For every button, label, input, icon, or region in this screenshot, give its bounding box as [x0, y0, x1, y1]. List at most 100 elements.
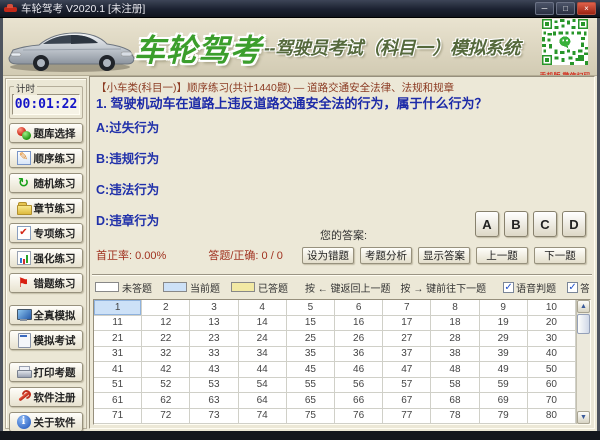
- question-cell-60[interactable]: 60: [528, 378, 576, 394]
- question-cell-62[interactable]: 62: [142, 393, 190, 409]
- question-cell-14[interactable]: 14: [239, 316, 287, 332]
- question-cell-80[interactable]: 80: [528, 409, 576, 425]
- question-cell-27[interactable]: 27: [383, 331, 431, 347]
- question-cell-36[interactable]: 36: [335, 347, 383, 363]
- question-cell-4[interactable]: 4: [239, 300, 287, 316]
- question-cell-44[interactable]: 44: [239, 362, 287, 378]
- question-cell-52[interactable]: 52: [142, 378, 190, 394]
- question-cell-26[interactable]: 26: [335, 331, 383, 347]
- question-cell-33[interactable]: 33: [190, 347, 238, 363]
- sidebar-item-random-practice[interactable]: ↻随机练习: [9, 173, 83, 193]
- question-cell-9[interactable]: 9: [480, 300, 528, 316]
- question-cell-78[interactable]: 78: [431, 409, 479, 425]
- maximize-button[interactable]: □: [556, 2, 575, 15]
- question-cell-61[interactable]: 61: [94, 393, 142, 409]
- question-cell-18[interactable]: 18: [431, 316, 479, 332]
- grid-scrollbar[interactable]: ▲ ▼: [576, 300, 590, 424]
- show-answer-button[interactable]: 显示答案: [418, 247, 470, 264]
- question-cell-71[interactable]: 71: [94, 409, 142, 425]
- scrollbar-down-icon[interactable]: ▼: [577, 411, 590, 424]
- question-cell-15[interactable]: 15: [287, 316, 335, 332]
- next-question-button[interactable]: 下一题: [534, 247, 586, 264]
- set-wrong-question-button[interactable]: 设为错题: [302, 247, 354, 264]
- question-cell-50[interactable]: 50: [528, 362, 576, 378]
- question-cell-17[interactable]: 17: [383, 316, 431, 332]
- question-cell-25[interactable]: 25: [287, 331, 335, 347]
- question-cell-64[interactable]: 64: [239, 393, 287, 409]
- question-cell-35[interactable]: 35: [287, 347, 335, 363]
- question-cell-28[interactable]: 28: [431, 331, 479, 347]
- question-cell-21[interactable]: 21: [94, 331, 142, 347]
- question-cell-79[interactable]: 79: [480, 409, 528, 425]
- question-cell-74[interactable]: 74: [239, 409, 287, 425]
- question-cell-67[interactable]: 67: [383, 393, 431, 409]
- grid-scrollbar-thumb[interactable]: [577, 314, 590, 334]
- question-cell-10[interactable]: 10: [528, 300, 576, 316]
- question-cell-56[interactable]: 56: [335, 378, 383, 394]
- scrollbar-up-icon[interactable]: ▲: [577, 300, 590, 313]
- question-cell-45[interactable]: 45: [287, 362, 335, 378]
- question-cell-8[interactable]: 8: [431, 300, 479, 316]
- question-cell-32[interactable]: 32: [142, 347, 190, 363]
- question-cell-48[interactable]: 48: [431, 362, 479, 378]
- question-cell-30[interactable]: 30: [528, 331, 576, 347]
- question-cell-65[interactable]: 65: [287, 393, 335, 409]
- question-cell-68[interactable]: 68: [431, 393, 479, 409]
- question-analysis-button[interactable]: 考题分析: [360, 247, 412, 264]
- question-cell-13[interactable]: 13: [190, 316, 238, 332]
- sidebar-item-about-software[interactable]: i关于软件: [9, 412, 83, 432]
- question-cell-46[interactable]: 46: [335, 362, 383, 378]
- question-cell-54[interactable]: 54: [239, 378, 287, 394]
- question-cell-57[interactable]: 57: [383, 378, 431, 394]
- question-cell-73[interactable]: 73: [190, 409, 238, 425]
- question-cell-59[interactable]: 59: [480, 378, 528, 394]
- question-cell-2[interactable]: 2: [142, 300, 190, 316]
- sidebar-item-print-questions[interactable]: 打印考题: [9, 362, 83, 382]
- question-cell-42[interactable]: 42: [142, 362, 190, 378]
- sidebar-item-special-practice[interactable]: ✔专项练习: [9, 223, 83, 243]
- question-cell-70[interactable]: 70: [528, 393, 576, 409]
- question-cell-29[interactable]: 29: [480, 331, 528, 347]
- answer-button-a[interactable]: A: [475, 211, 499, 237]
- checkbox-show-correct-on-wrong[interactable]: ✓答错显示正确答案: [567, 280, 589, 295]
- question-cell-31[interactable]: 31: [94, 347, 142, 363]
- sidebar-item-mock-exam[interactable]: 模拟考试: [9, 330, 83, 350]
- question-cell-7[interactable]: 7: [383, 300, 431, 316]
- question-cell-11[interactable]: 11: [94, 316, 142, 332]
- question-cell-41[interactable]: 41: [94, 362, 142, 378]
- question-cell-5[interactable]: 5: [287, 300, 335, 316]
- close-button[interactable]: ×: [577, 2, 596, 15]
- question-cell-34[interactable]: 34: [239, 347, 287, 363]
- question-cell-6[interactable]: 6: [335, 300, 383, 316]
- answer-button-b[interactable]: B: [504, 211, 528, 237]
- question-cell-3[interactable]: 3: [190, 300, 238, 316]
- sidebar-item-question-bank-select[interactable]: 题库选择: [9, 123, 83, 143]
- sidebar-item-software-register[interactable]: 软件注册: [9, 387, 83, 407]
- question-cell-76[interactable]: 76: [335, 409, 383, 425]
- question-cell-12[interactable]: 12: [142, 316, 190, 332]
- question-cell-66[interactable]: 66: [335, 393, 383, 409]
- question-cell-77[interactable]: 77: [383, 409, 431, 425]
- question-cell-24[interactable]: 24: [239, 331, 287, 347]
- checkbox-voice-judge[interactable]: ✓语音判题: [503, 280, 556, 295]
- question-cell-1[interactable]: 1: [94, 300, 142, 316]
- question-cell-58[interactable]: 58: [431, 378, 479, 394]
- sidebar-item-wrong-question-practice[interactable]: ⚑错题练习: [9, 273, 83, 293]
- answer-button-c[interactable]: C: [533, 211, 557, 237]
- question-cell-38[interactable]: 38: [431, 347, 479, 363]
- sidebar-item-full-simulation[interactable]: 全真模拟: [9, 305, 83, 325]
- question-cell-49[interactable]: 49: [480, 362, 528, 378]
- question-cell-43[interactable]: 43: [190, 362, 238, 378]
- checkbox-icon[interactable]: ✓: [567, 282, 578, 293]
- question-cell-53[interactable]: 53: [190, 378, 238, 394]
- question-cell-63[interactable]: 63: [190, 393, 238, 409]
- question-cell-72[interactable]: 72: [142, 409, 190, 425]
- sidebar-item-sequential-practice[interactable]: ✎顺序练习: [9, 148, 83, 168]
- question-cell-39[interactable]: 39: [480, 347, 528, 363]
- question-cell-37[interactable]: 37: [383, 347, 431, 363]
- question-cell-20[interactable]: 20: [528, 316, 576, 332]
- question-cell-47[interactable]: 47: [383, 362, 431, 378]
- checkbox-icon[interactable]: ✓: [503, 282, 514, 293]
- question-cell-22[interactable]: 22: [142, 331, 190, 347]
- question-cell-16[interactable]: 16: [335, 316, 383, 332]
